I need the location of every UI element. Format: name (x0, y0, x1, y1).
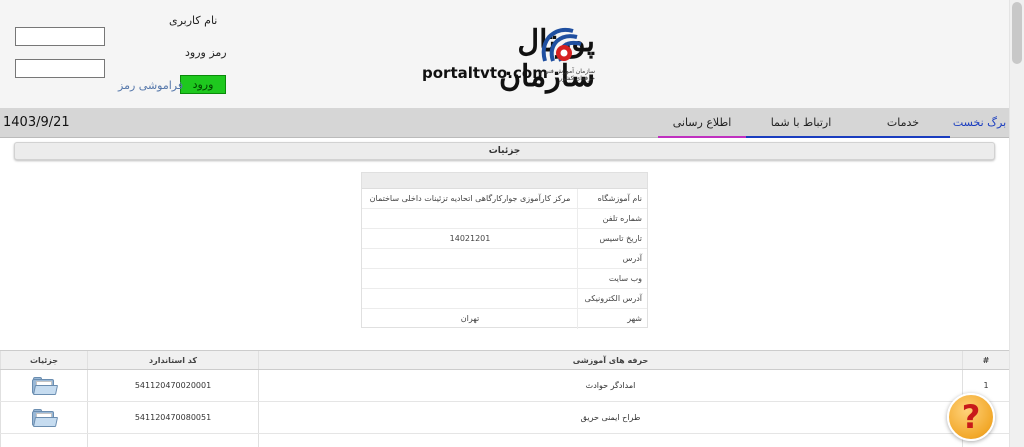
info-label: تاریخ تاسیس (577, 229, 647, 249)
details-cell (0, 402, 87, 433)
nav-home-label: برگ نخست (952, 116, 1007, 129)
details-cell (0, 434, 87, 447)
info-value (362, 289, 578, 309)
username-label: نام کاربری (169, 14, 218, 27)
standard-code-cell: 541120470080051 (87, 402, 258, 433)
trade-cell: طراح ایمنی حریق (258, 402, 962, 433)
table-row: 541120470020001 امدادگر حوادث 1 (0, 370, 1009, 402)
info-label: شماره تلفن (577, 209, 647, 229)
info-row: آدرس الکترونیکی (362, 289, 647, 309)
table-row-partial (0, 434, 1009, 447)
nav-contact-label: ارتباط با شما (770, 116, 832, 129)
info-value (362, 249, 578, 269)
details-panel-header: جزئیات (14, 142, 995, 160)
username-input[interactable] (15, 27, 105, 46)
password-input[interactable] (15, 59, 105, 78)
main-nav: 1403/9/21 اطلاع رسانی ارتباط با شما خدما… (0, 108, 1009, 138)
login-button[interactable]: ورود (180, 75, 226, 94)
standard-code-cell (87, 434, 258, 447)
nav-news[interactable]: اطلاع رسانی (658, 108, 746, 138)
nav-home[interactable]: برگ نخست (950, 108, 1009, 138)
table-header-row: جزئیات کد استاندارد حرفه های آموزشی # (0, 350, 1009, 370)
nav-services[interactable]: خدمات (856, 108, 950, 138)
logo-subtitle: سازمان آموزش فنی و حرفه‌ای کشور (539, 68, 595, 82)
trade-cell: امدادگر حوادث (258, 370, 962, 401)
trade-cell (258, 434, 962, 447)
portal-logo[interactable]: پورتال سازمان portaltvto.com سازمان آموز… (420, 20, 595, 94)
info-label: آدرس (577, 249, 647, 269)
info-row: نام آموزشگاه مرکز کارآموزی جوارکارگاهی ا… (362, 189, 647, 209)
nav-contact[interactable]: ارتباط با شما (746, 108, 856, 138)
details-cell (0, 370, 87, 401)
page: نام کاربری رمز ورود ورود فراموشی رمز پور… (0, 0, 1009, 447)
institute-info-table: نام آموزشگاه مرکز کارآموزی جوارکارگاهی ا… (361, 172, 648, 329)
forgot-password-link[interactable]: فراموشی رمز (118, 79, 183, 92)
column-header-details[interactable]: جزئیات (0, 351, 87, 369)
nav-contact-underline (746, 136, 856, 138)
folder-icon[interactable] (30, 376, 59, 396)
nav-services-label: خدمات (886, 116, 920, 129)
info-row: تاریخ تاسیس 14021201 (362, 229, 647, 249)
current-date: 1403/9/21 (3, 115, 70, 130)
standard-code-cell: 541120470020001 (87, 370, 258, 401)
info-label: نام آموزشگاه (577, 189, 647, 209)
scrollbar-thumb[interactable] (1012, 2, 1022, 64)
column-header-code[interactable]: کد استاندارد (87, 351, 258, 369)
info-row: شماره تلفن (362, 209, 647, 229)
vertical-scrollbar[interactable] (1009, 0, 1024, 447)
folder-icon[interactable] (30, 408, 59, 428)
column-header-number[interactable]: # (962, 351, 1009, 369)
organization-emblem-icon (541, 27, 582, 62)
trades-table: جزئیات کد استاندارد حرفه های آموزشی # 54… (0, 350, 1009, 447)
info-label: آدرس الکترونیکی (577, 289, 647, 309)
question-icon: ? (961, 398, 981, 436)
info-value: تهران (460, 314, 480, 323)
password-label: رمز ورود (185, 46, 227, 59)
info-row: آدرس (362, 249, 647, 269)
info-value (362, 269, 578, 289)
info-table-header (362, 173, 647, 189)
nav-news-underline (658, 136, 746, 138)
info-value: مرکز کارآموزی جوارکارگاهی اتحادیه تزئینا… (369, 194, 571, 203)
table-row: 541120470080051 طراح ایمنی حریق (0, 402, 1009, 434)
info-value (362, 209, 578, 229)
info-row: وب سایت (362, 269, 647, 289)
info-row: شهر تهران (362, 309, 647, 329)
header: نام کاربری رمز ورود ورود فراموشی رمز پور… (0, 0, 1009, 108)
nav-services-underline (856, 136, 950, 138)
details-title: جزئیات (488, 146, 521, 156)
info-label: وب سایت (577, 269, 647, 289)
nav-news-label: اطلاع رسانی (672, 116, 732, 129)
info-label: شهر (577, 309, 647, 329)
column-header-trade[interactable]: حرفه های آموزشی (258, 351, 962, 369)
info-value: 14021201 (449, 234, 491, 243)
help-button[interactable]: ? (947, 393, 995, 441)
